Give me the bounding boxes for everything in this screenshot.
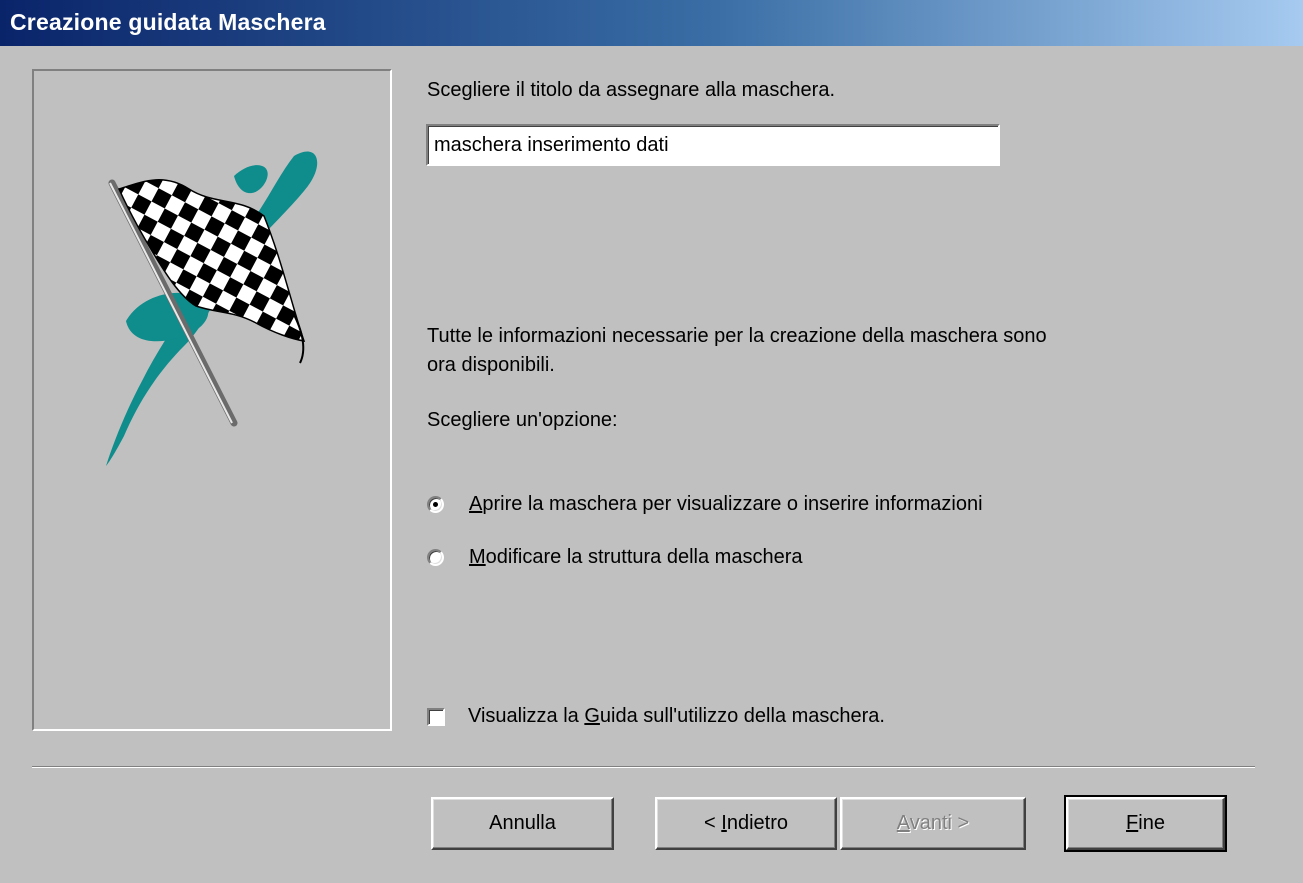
radio-modify-structure-label: Modificare la struttura della maschera bbox=[469, 546, 803, 568]
option-prompt-label: Scegliere un'opzione: bbox=[427, 409, 618, 431]
form-title-input[interactable] bbox=[426, 124, 1000, 166]
window-title: Creazione guidata Maschera bbox=[10, 9, 326, 35]
title-bar[interactable]: Creazione guidata Maschera bbox=[0, 0, 1303, 46]
teal-brush-stroke bbox=[234, 165, 268, 194]
radio-button-selected[interactable] bbox=[427, 496, 444, 513]
info-text: Tutte le informazioni necessarie per la … bbox=[427, 325, 1047, 376]
radio-button[interactable] bbox=[427, 549, 444, 566]
radio-open-form-label: Aprire la maschera per visualizzare o in… bbox=[469, 493, 983, 515]
help-checkbox-row[interactable]: Visualizza la Guida sull'utilizzo della … bbox=[427, 702, 885, 731]
checkered-flag-icon bbox=[106, 151, 318, 466]
radio-modify-structure[interactable]: Modificare la struttura della maschera bbox=[427, 543, 803, 572]
next-button[interactable]: Avanti > bbox=[840, 797, 1026, 850]
help-checkbox[interactable] bbox=[427, 707, 445, 726]
finish-button[interactable]: Fine bbox=[1064, 795, 1227, 852]
title-prompt-label: Scegliere il titolo da assegnare alla ma… bbox=[427, 79, 835, 101]
back-button[interactable]: < Indietro bbox=[655, 797, 837, 850]
separator bbox=[32, 766, 1255, 768]
wizard-dialog: Creazione guidata Maschera Scegliere il … bbox=[0, 0, 1303, 883]
radio-open-form[interactable]: Aprire la maschera per visualizzare o in… bbox=[427, 490, 983, 519]
wizard-picture-panel bbox=[32, 69, 392, 731]
cancel-button[interactable]: Annulla bbox=[431, 797, 614, 850]
help-checkbox-label: Visualizza la Guida sull'utilizzo della … bbox=[468, 705, 885, 727]
